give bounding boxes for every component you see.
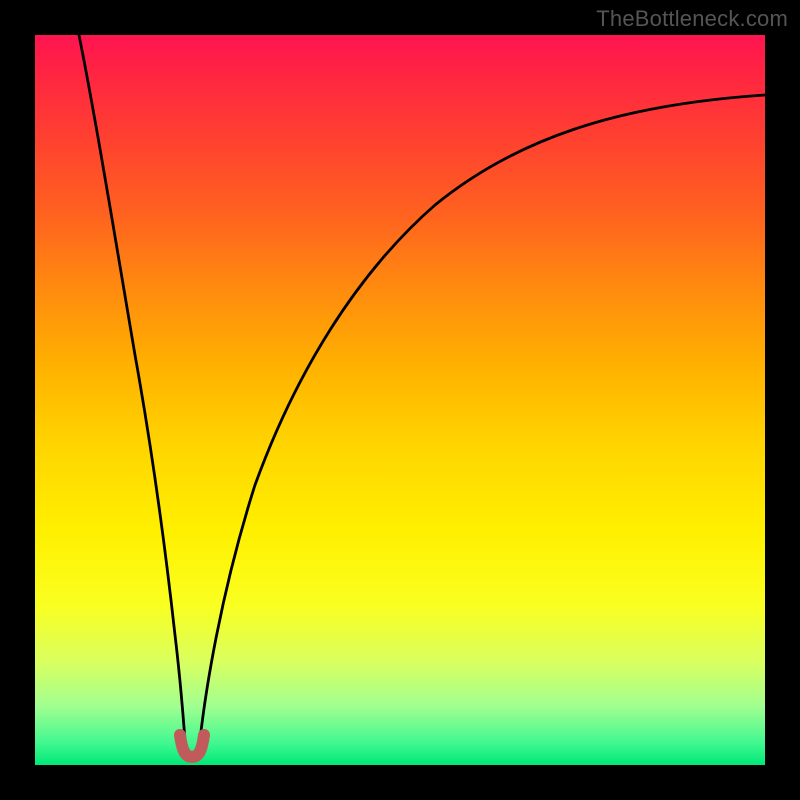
chart-frame: TheBottleneck.com — [0, 0, 800, 800]
gradient-plot-area — [35, 35, 765, 765]
curve-right-branch — [200, 95, 765, 740]
curve-left-branch — [79, 35, 185, 740]
watermark-text: TheBottleneck.com — [596, 6, 788, 32]
curve-layer — [35, 35, 765, 765]
minimum-marker — [180, 735, 204, 757]
